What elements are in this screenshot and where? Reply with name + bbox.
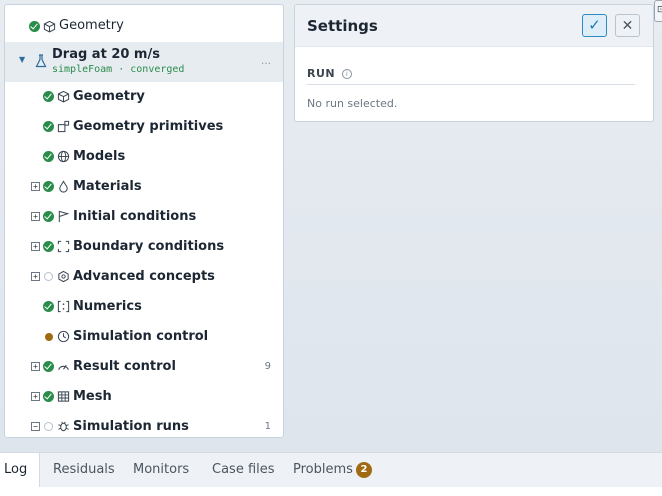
- tree-item-result-control[interactable]: + Result control 9: [5, 352, 283, 382]
- study-row[interactable]: ▼ Drag at 20 m/s simpleFoam · converged …: [5, 42, 283, 82]
- tree-item-label: Models: [73, 149, 126, 164]
- collapse-minus-icon[interactable]: −: [31, 422, 40, 431]
- status-empty-icon: [44, 422, 53, 431]
- item-count: 9: [264, 361, 271, 372]
- status-ok-icon: [43, 241, 54, 252]
- globe-icon: [57, 150, 70, 163]
- study-title: Drag at 20 m/s: [52, 47, 160, 62]
- status-ok-icon: [43, 151, 54, 162]
- settings-title: Settings: [307, 17, 378, 35]
- tree-item-initial-conditions[interactable]: + Initial conditions: [5, 202, 283, 232]
- section-title: RUN: [307, 67, 336, 80]
- cube-icon: [57, 90, 70, 103]
- clock-icon: [57, 330, 70, 343]
- apply-button[interactable]: ✓: [582, 14, 607, 37]
- tree-item-materials[interactable]: + Materials: [5, 172, 283, 202]
- run-section-header: RUN i: [307, 67, 635, 85]
- grid-icon: [57, 390, 70, 403]
- tree-item-label: Simulation runs: [73, 419, 189, 434]
- tree-item-label: Geometry primitives: [73, 119, 224, 134]
- status-pending-icon: [45, 333, 53, 341]
- cube-icon: [43, 20, 56, 33]
- shapes-icon: [57, 120, 70, 133]
- simulation-tree-panel: Geometry ▼ Drag at 20 m/s simpleFoam · c…: [4, 4, 284, 438]
- tree-item-boundary-conditions[interactable]: + Boundary conditions: [5, 232, 283, 262]
- tree-item-label: Numerics: [73, 299, 142, 314]
- tree-item-geometry[interactable]: Geometry: [5, 82, 283, 112]
- tree-item-label: Advanced concepts: [73, 269, 215, 284]
- status-ok-icon: [29, 21, 40, 32]
- expand-plus-icon[interactable]: +: [31, 362, 40, 371]
- tree-item-simulation-control[interactable]: Simulation control: [5, 322, 283, 352]
- tree-item-models[interactable]: Models: [5, 142, 283, 172]
- close-button[interactable]: ✕: [615, 14, 640, 37]
- status-ok-icon: [43, 121, 54, 132]
- tree-item-mesh[interactable]: + Mesh: [5, 382, 283, 412]
- tree-item-label: Geometry: [59, 18, 124, 33]
- expand-plus-icon[interactable]: +: [31, 242, 40, 251]
- flag-icon: [57, 210, 70, 223]
- settings-panel: Settings ✓ ✕ RUN i No run selected.: [294, 4, 654, 122]
- status-ok-icon: [43, 361, 54, 372]
- info-icon[interactable]: i: [342, 69, 353, 79]
- problems-count-badge: 2: [355, 462, 372, 478]
- tree-item-label: Simulation control: [73, 329, 209, 344]
- status-ok-icon: [43, 91, 54, 102]
- tree-item-geometry-primitives[interactable]: Geometry primitives: [5, 112, 283, 142]
- expand-plus-icon[interactable]: +: [31, 392, 40, 401]
- expand-plus-icon[interactable]: +: [31, 212, 40, 221]
- tree-item-label: Initial conditions: [73, 209, 197, 224]
- status-ok-icon: [43, 181, 54, 192]
- status-ok-icon: [43, 301, 54, 312]
- tab-case-files[interactable]: Case files: [212, 453, 275, 487]
- tree-item-label: Result control: [73, 359, 176, 374]
- log-output: [0, 487, 662, 496]
- tab-problems[interactable]: Problems 2: [293, 453, 372, 487]
- tab-residuals[interactable]: Residuals: [53, 453, 115, 487]
- settings-header: Settings ✓ ✕: [295, 5, 653, 47]
- gauge-icon: [57, 360, 70, 373]
- status-ok-icon: [43, 211, 54, 222]
- numerics-icon: [57, 300, 70, 313]
- bottom-panel-tabs: Log Residuals Monitors Case files Proble…: [0, 452, 662, 496]
- side-panel-toggle[interactable]: ⊡: [654, 0, 662, 22]
- caret-down-icon[interactable]: ▼: [19, 55, 25, 64]
- more-options-icon[interactable]: …: [261, 56, 271, 67]
- tree-item-top-geometry[interactable]: Geometry: [5, 12, 283, 42]
- study-subtitle: simpleFoam · converged: [52, 64, 185, 75]
- status-empty-icon: [44, 272, 53, 281]
- tree-item-advanced-concepts[interactable]: + Advanced concepts: [5, 262, 283, 292]
- tree-item-label: Mesh: [73, 389, 112, 404]
- tree-item-numerics[interactable]: Numerics: [5, 292, 283, 322]
- item-count: 1: [264, 421, 271, 432]
- boundary-icon: [57, 240, 70, 253]
- expand-plus-icon[interactable]: +: [31, 182, 40, 191]
- droplet-icon: [57, 180, 70, 193]
- hexagon-icon: [57, 270, 70, 283]
- flask-icon: [35, 53, 47, 68]
- tab-label: Problems: [293, 462, 353, 477]
- tab-log[interactable]: Log: [0, 453, 40, 487]
- bug-icon: [57, 420, 70, 433]
- tab-monitors[interactable]: Monitors: [133, 453, 189, 487]
- tree-item-label: Materials: [73, 179, 142, 194]
- empty-state-text: No run selected.: [307, 97, 398, 110]
- tree-item-simulation-runs[interactable]: − Simulation runs 1: [5, 412, 283, 437]
- expand-plus-icon[interactable]: +: [31, 272, 40, 281]
- tree-item-label: Boundary conditions: [73, 239, 225, 254]
- status-ok-icon: [43, 391, 54, 402]
- tree-item-label: Geometry: [73, 89, 145, 104]
